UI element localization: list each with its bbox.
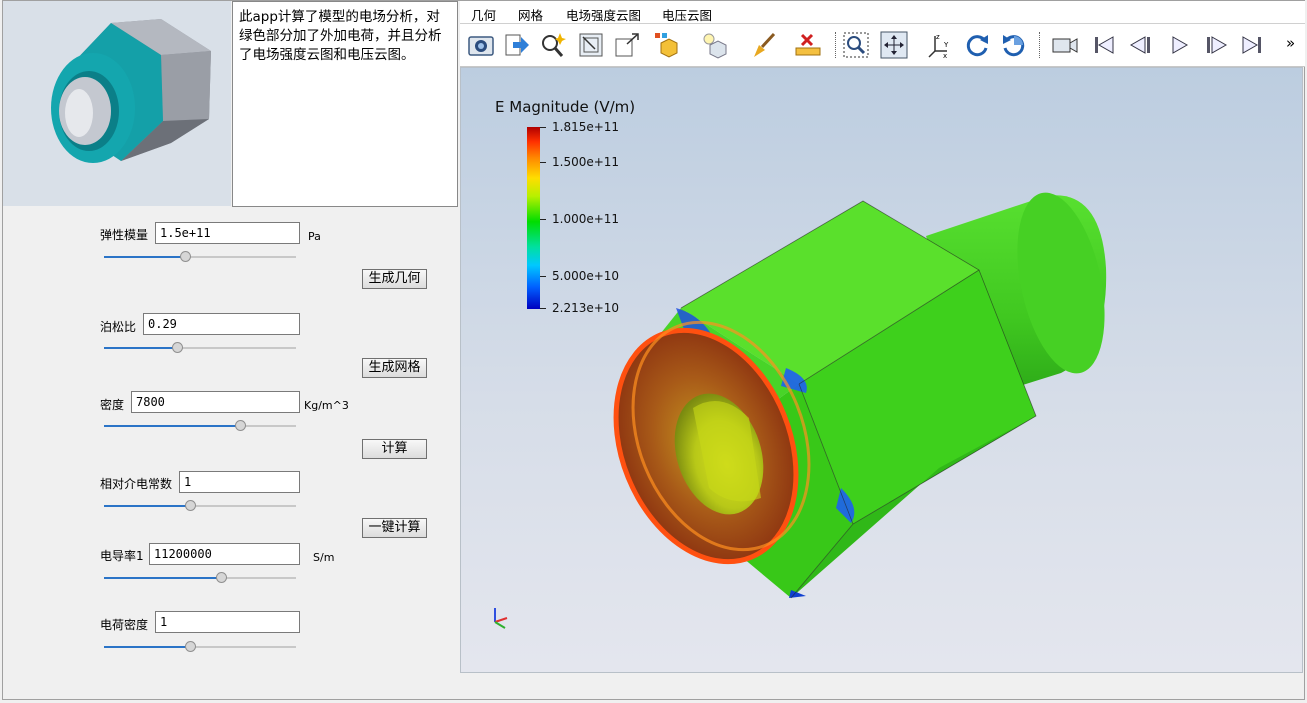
- view-tabs: 几何 网格 电场强度云图 电压云图: [460, 1, 1305, 24]
- model-thumbnail: [3, 1, 231, 206]
- conductivity-input[interactable]: 11200000: [149, 543, 300, 565]
- toolbar: z Y x »: [460, 24, 1305, 67]
- conductivity-unit: S/m: [313, 551, 335, 564]
- prev-frame-icon[interactable]: [1127, 31, 1155, 59]
- tab-voltage[interactable]: 电压云图: [662, 5, 712, 24]
- generate-mesh-button[interactable]: 生成网格: [362, 358, 427, 378]
- elastic-modulus-label: 弹性模量: [100, 228, 149, 242]
- charge-density-label: 电荷密度: [100, 618, 149, 632]
- rotate-cw-icon[interactable]: [963, 31, 991, 59]
- slider-handle[interactable]: [185, 500, 197, 511]
- generate-geometry-button[interactable]: 生成几何: [362, 269, 427, 289]
- brush-icon[interactable]: [750, 31, 778, 59]
- density-slider[interactable]: [104, 420, 296, 432]
- tab-mesh[interactable]: 网格: [518, 5, 543, 24]
- ruler-clear-icon[interactable]: [794, 31, 822, 59]
- charge-density-slider[interactable]: [104, 641, 296, 653]
- camera-icon[interactable]: [467, 31, 495, 59]
- zoom-box-icon[interactable]: [577, 31, 605, 59]
- field-model-render: [494, 192, 1107, 629]
- poisson-ratio-input[interactable]: 0.29: [143, 313, 300, 335]
- elastic-modulus-slider[interactable]: [104, 251, 296, 263]
- slider-handle[interactable]: [171, 342, 183, 353]
- axes-icon[interactable]: z Y x: [925, 31, 953, 59]
- density-unit: Kg/m^3: [304, 399, 349, 412]
- slider-handle[interactable]: [216, 572, 228, 583]
- one-click-compute-button[interactable]: 一键计算: [362, 518, 427, 538]
- 3d-viewport[interactable]: E Magnitude (V/m) 1.815e+11 1.500e+11 1.…: [460, 67, 1303, 673]
- first-frame-icon[interactable]: [1090, 31, 1118, 59]
- slider-handle[interactable]: [235, 420, 247, 431]
- orientation-axes-icon: [494, 608, 508, 629]
- pan-icon[interactable]: [880, 31, 908, 59]
- export-icon[interactable]: [503, 31, 531, 59]
- last-frame-icon[interactable]: [1238, 31, 1266, 59]
- poisson-ratio-label: 泊松比: [100, 320, 137, 334]
- density-label: 密度: [100, 398, 125, 412]
- zoom-select-icon[interactable]: [842, 31, 870, 59]
- relative-permittivity-slider[interactable]: [104, 500, 296, 512]
- toolbar-separator: [835, 32, 837, 58]
- density-input[interactable]: 7800: [131, 391, 300, 413]
- svg-text:Y: Y: [943, 41, 949, 49]
- maximize-icon[interactable]: [613, 31, 641, 59]
- slider-handle[interactable]: [185, 641, 197, 652]
- slider-handle[interactable]: [179, 251, 191, 262]
- conductivity-slider[interactable]: [104, 572, 296, 584]
- video-camera-icon[interactable]: [1051, 31, 1079, 59]
- tab-field-strength[interactable]: 电场强度云图: [566, 5, 641, 24]
- relative-permittivity-label: 相对介电常数: [100, 477, 173, 491]
- compute-button[interactable]: 计算: [362, 439, 427, 459]
- svg-text:z: z: [936, 33, 940, 41]
- color-cube-icon[interactable]: [653, 31, 681, 59]
- light-cube-icon[interactable]: [701, 31, 729, 59]
- relative-permittivity-input[interactable]: 1: [179, 471, 300, 493]
- svg-text:x: x: [943, 52, 947, 59]
- toolbar-separator: [1039, 32, 1041, 58]
- rotate-ccw-icon[interactable]: [1000, 31, 1028, 59]
- elastic-modulus-input[interactable]: 1.5e+11: [155, 222, 300, 244]
- tab-geometry[interactable]: 几何: [471, 5, 496, 24]
- zoom-magic-icon[interactable]: [539, 31, 567, 59]
- toolbar-overflow-button[interactable]: »: [1286, 34, 1295, 52]
- description-text: 此app计算了模型的电场分析，对绿色部分加了外加电荷，并且分析了电场强度云图和电…: [232, 1, 458, 207]
- conductivity-label: 电导率1: [100, 549, 144, 563]
- elastic-modulus-unit: Pa: [308, 230, 321, 243]
- next-frame-icon[interactable]: [1202, 31, 1230, 59]
- poisson-ratio-slider[interactable]: [104, 342, 296, 354]
- play-icon[interactable]: [1165, 31, 1193, 59]
- charge-density-input[interactable]: 1: [155, 611, 300, 633]
